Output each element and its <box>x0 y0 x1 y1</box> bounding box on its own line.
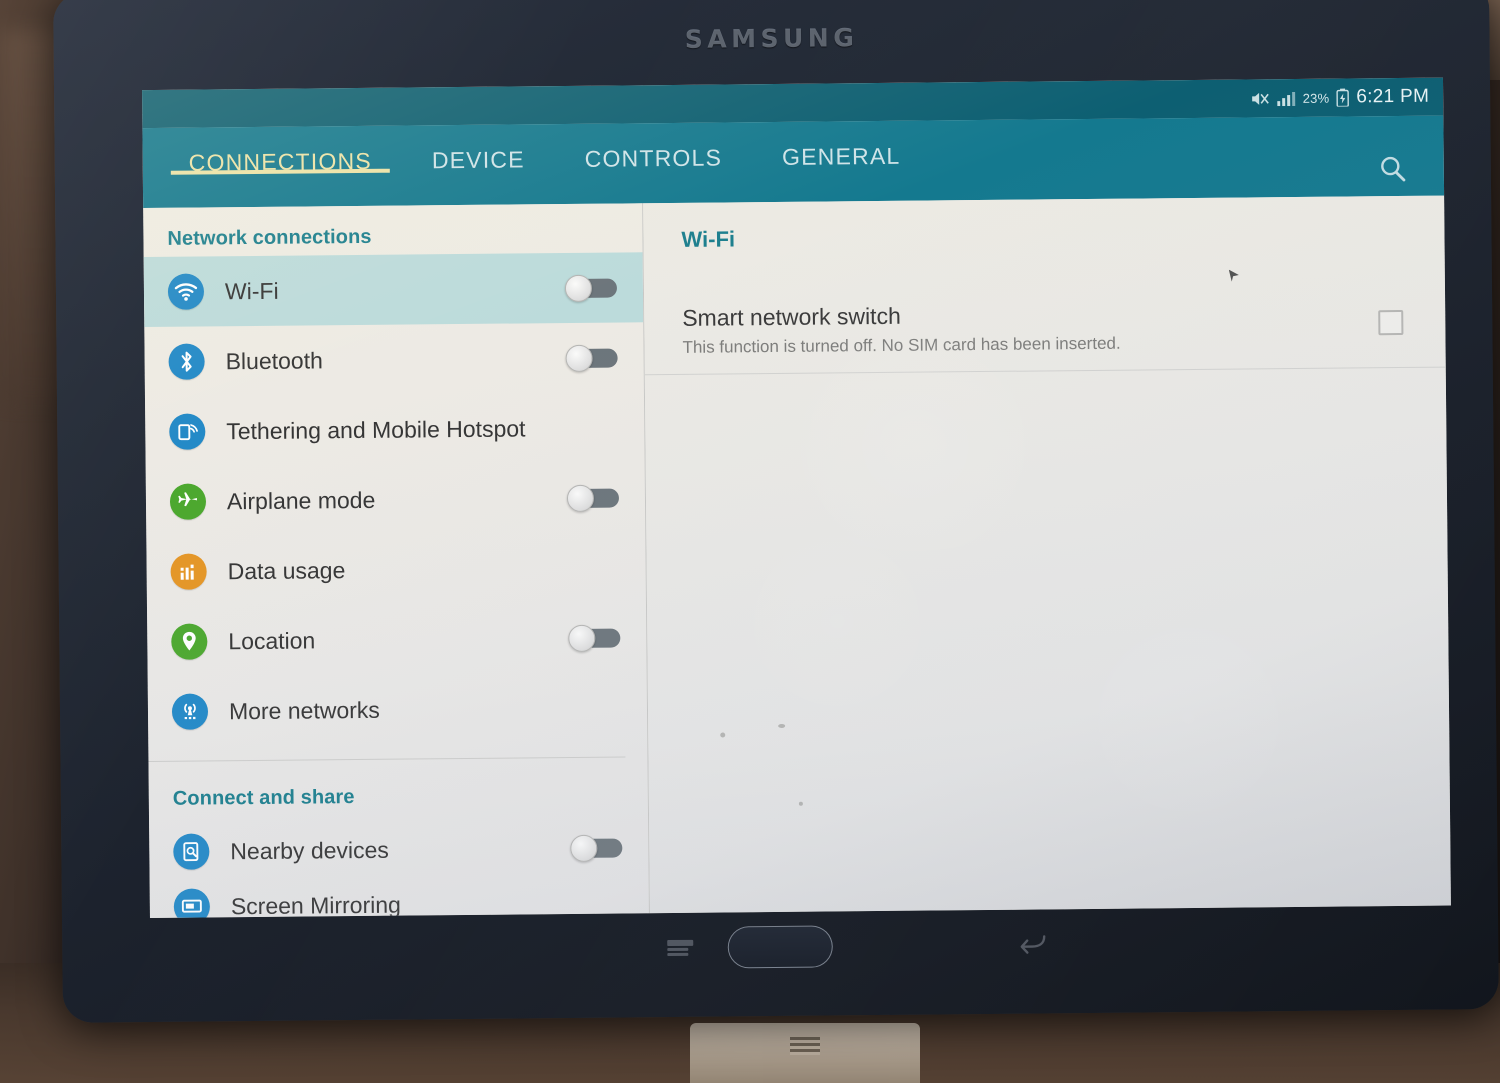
airplane-icon <box>169 483 207 520</box>
glass-smudge <box>1027 616 1350 820</box>
sidebar-item-data-usage[interactable]: Data usage <box>146 532 646 607</box>
section-title-network-connections: Network connections <box>167 225 372 250</box>
screen-mirroring-icon <box>173 888 211 919</box>
smart-network-switch-checkbox[interactable] <box>1378 309 1404 336</box>
settings-body: Network connections Wi-Fi Bluetooth Teth… <box>143 195 1451 919</box>
smart-network-switch-row[interactable]: Smart network switch This function is tu… <box>644 297 1446 376</box>
samsung-brand-logo: SAMSUNG <box>684 23 859 54</box>
settings-sidebar[interactable]: Network connections Wi-Fi Bluetooth Teth… <box>143 203 650 919</box>
toggle-knob <box>568 624 596 652</box>
tablet-screen: 23% 6:21 PM CONNECTIONS DEVICE CONTROLS … <box>142 77 1451 919</box>
sidebar-item-more-networks[interactable]: More networks <box>148 672 648 747</box>
glass-smudge <box>686 529 989 713</box>
battery-icon <box>1336 88 1350 107</box>
sidebar-item-label: Tethering and Mobile Hotspot <box>226 414 526 444</box>
dust-speck <box>778 723 786 728</box>
sidebar-item-label: Location <box>228 626 316 654</box>
bluetooth-toggle[interactable] <box>565 344 618 373</box>
sidebar-item-airplane-mode[interactable]: Airplane mode <box>146 462 646 537</box>
dock-connector-slot <box>790 1037 820 1055</box>
nearby-devices-toggle[interactable] <box>570 834 623 862</box>
tab-connections[interactable]: CONNECTIONS <box>158 126 402 177</box>
tab-controls[interactable]: CONTROLS <box>554 122 752 173</box>
sidebar-item-label: Bluetooth <box>225 346 323 374</box>
sidebar-item-label: Nearby devices <box>230 836 389 864</box>
wifi-toggle[interactable] <box>564 274 618 303</box>
dust-speck <box>720 732 726 738</box>
sidebar-item-bluetooth[interactable]: Bluetooth <box>144 322 644 397</box>
recent-apps-icon[interactable] <box>667 939 694 957</box>
more-networks-icon <box>171 693 209 730</box>
airplane-mode-toggle[interactable] <box>566 484 620 513</box>
nearby-devices-icon <box>173 833 210 870</box>
settings-detail-pane: Wi-Fi Smart network switch This function… <box>643 195 1451 914</box>
preference-title: Smart network switch <box>682 302 901 331</box>
wifi-icon <box>167 273 205 310</box>
sidebar-item-nearby-devices[interactable]: Nearby devices <box>149 812 649 887</box>
bluetooth-icon <box>168 343 205 380</box>
sidebar-item-tethering-and-mobile-hotspot[interactable]: Tethering and Mobile Hotspot <box>145 392 645 467</box>
back-icon[interactable] <box>1017 931 1047 957</box>
tab-general[interactable]: GENERAL <box>752 121 931 172</box>
toggle-knob <box>565 344 593 373</box>
sidebar-item-screen-mirroring[interactable]: Screen Mirroring <box>150 882 649 919</box>
data-usage-icon <box>170 553 207 590</box>
tablet-device: SAMSUNG 23% 6:21 PM CONNECTIONS DEVICE C… <box>53 0 1499 1023</box>
mute-icon <box>1250 90 1270 107</box>
dust-speck <box>798 801 803 806</box>
sidebar-item-label: Screen Mirroring <box>230 891 401 919</box>
page-title: Wi-Fi <box>681 226 736 252</box>
toggle-knob <box>564 274 593 303</box>
location-toggle[interactable] <box>568 624 621 652</box>
clock-label: 6:21 PM <box>1356 85 1430 108</box>
tablet-dock <box>690 1023 920 1083</box>
preference-subtitle: This function is turned off. No SIM card… <box>682 333 1121 357</box>
sidebar-item-location[interactable]: Location <box>147 602 647 677</box>
location-pin-icon <box>171 623 208 660</box>
signal-bars-icon <box>1276 90 1296 107</box>
photo-backdrop: SAMSUNG 23% 6:21 PM CONNECTIONS DEVICE C… <box>0 0 1500 1083</box>
settings-tab-strip: CONNECTIONS DEVICE CONTROLS GENERAL <box>142 121 930 209</box>
hardware-key-row <box>62 915 1499 989</box>
tethering-icon <box>169 413 206 450</box>
home-button[interactable] <box>727 925 833 969</box>
sidebar-item-label: Wi-Fi <box>224 277 279 304</box>
battery-percent-label: 23% <box>1302 90 1330 106</box>
tab-device[interactable]: DEVICE <box>402 124 555 174</box>
toggle-knob <box>566 484 595 513</box>
settings-app-bar: CONNECTIONS DEVICE CONTROLS GENERAL <box>142 115 1445 209</box>
toggle-knob <box>570 834 598 862</box>
sidebar-item-label: More networks <box>228 696 380 724</box>
section-title-connect-and-share: Connect and share <box>172 786 355 810</box>
sidebar-item-label: Data usage <box>227 556 346 584</box>
sidebar-item-wifi[interactable]: Wi-Fi <box>143 252 644 328</box>
sidebar-item-label: Airplane mode <box>226 486 376 514</box>
search-icon[interactable] <box>1376 152 1410 186</box>
